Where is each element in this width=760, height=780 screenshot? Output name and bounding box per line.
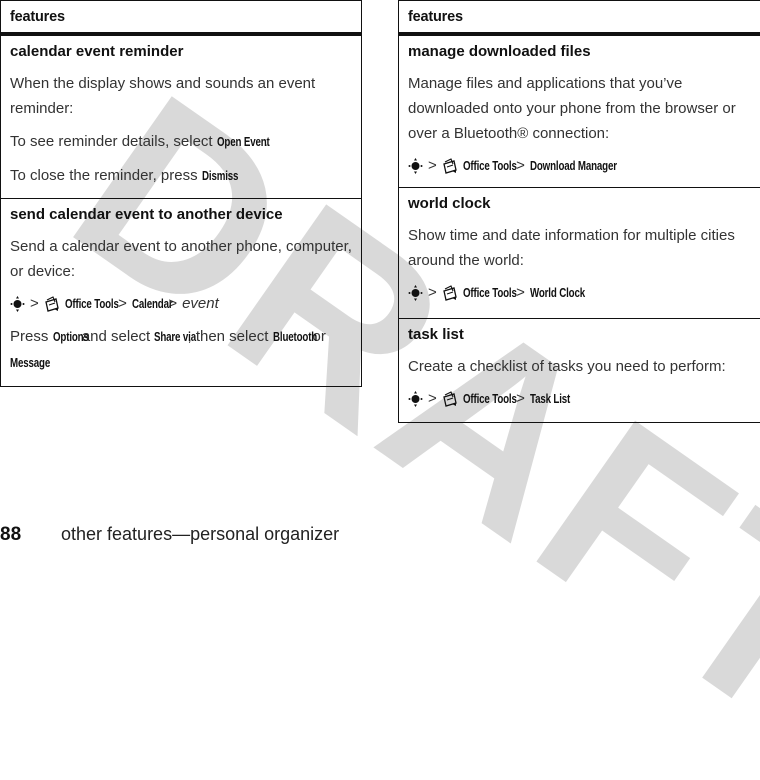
menu-item-world-clock: World Clock: [529, 286, 585, 300]
menu-path: > Office Tools > Task List: [408, 387, 751, 411]
message-key: Message: [10, 356, 51, 370]
instruction-open-event: To see reminder details, select Open Eve…: [10, 129, 352, 155]
menu-item-office-tools: Office Tools: [462, 159, 517, 173]
feature-title: calendar event reminder: [10, 43, 184, 60]
nav-key-icon: [10, 296, 25, 312]
menu-path: > Office Tools > World Clock: [408, 281, 751, 305]
open-event-key: Open Event: [216, 135, 270, 149]
table-header: features: [399, 1, 760, 35]
feature-row-world-clock: world clock Show time and date informati…: [399, 187, 760, 318]
page-footer: 88 other features—personal organizer: [0, 524, 339, 546]
path-separator: >: [118, 295, 127, 312]
instruction-dismiss: To close the reminder, press Dismiss.: [10, 163, 352, 189]
nav-key-icon: [408, 391, 423, 407]
page-number: 88: [0, 524, 22, 545]
features-table-right: features manage downloaded files Manage …: [398, 0, 760, 423]
feature-title: task list: [408, 326, 464, 343]
menu-item-calendar: Calendar: [131, 297, 173, 311]
path-separator: >: [428, 390, 437, 407]
share-via-key: Share via: [154, 330, 197, 344]
section-title: other features—personal organizer: [61, 524, 340, 544]
path-separator: >: [30, 295, 39, 312]
feature-description: Show time and date information for multi…: [408, 227, 735, 269]
dismiss-key: Dismiss: [201, 169, 239, 183]
path-separator: >: [516, 390, 525, 407]
office-tools-icon: [443, 285, 457, 301]
instruction-text: Press: [10, 328, 53, 345]
feature-title: manage downloaded files: [408, 43, 591, 60]
menu-item-office-tools: Office Tools: [64, 297, 119, 311]
options-key: Options: [52, 330, 89, 344]
office-tools-icon: [443, 158, 457, 174]
office-tools-icon: [45, 296, 59, 312]
path-separator: >: [428, 284, 437, 301]
instruction-text: To close the reminder, press: [10, 167, 202, 184]
instruction-share: Press Options and select Share via, then…: [10, 324, 355, 376]
feature-description: Send a calendar event to another phone, …: [10, 238, 352, 280]
feature-description: When the display shows and sounds an eve…: [10, 75, 316, 117]
menu-item-event: event: [182, 295, 219, 312]
nav-key-icon: [408, 158, 423, 174]
office-tools-icon: [443, 391, 457, 407]
feature-row-task-list: task list Create a checklist of tasks yo…: [399, 318, 760, 422]
feature-title: send calendar event to another device: [10, 206, 283, 223]
bluetooth-key: Bluetooth: [272, 330, 317, 344]
feature-description: Create a checklist of tasks you need to …: [408, 358, 726, 375]
menu-item-office-tools: Office Tools: [462, 392, 517, 406]
table-header: features: [1, 1, 361, 35]
menu-item-task-list: Task List: [529, 392, 571, 406]
feature-title: world clock: [408, 195, 491, 212]
feature-row-manage-downloaded-files: manage downloaded files Manage files and…: [399, 35, 760, 187]
feature-description: Manage files and applications that you’v…: [408, 75, 736, 142]
path-separator: >: [516, 284, 525, 301]
instruction-text: , then select: [187, 328, 273, 345]
menu-path: > Office Tools > Calendar > event: [10, 292, 352, 316]
feature-row-send-calendar-event: send calendar event to another device Se…: [1, 198, 361, 386]
feature-row-calendar-event-reminder: calendar event reminder When the display…: [1, 35, 361, 198]
menu-path: > Office Tools > Download Manager: [408, 154, 751, 178]
path-separator: >: [428, 157, 437, 174]
nav-key-icon: [408, 285, 423, 301]
instruction-text: and select: [77, 328, 155, 345]
menu-item-office-tools: Office Tools: [462, 286, 517, 300]
instruction-text: To see reminder details, select: [10, 133, 217, 150]
menu-item-download-manager: Download Manager: [529, 159, 617, 173]
path-separator: >: [516, 157, 525, 174]
features-table-left: features calendar event reminder When th…: [0, 0, 362, 387]
